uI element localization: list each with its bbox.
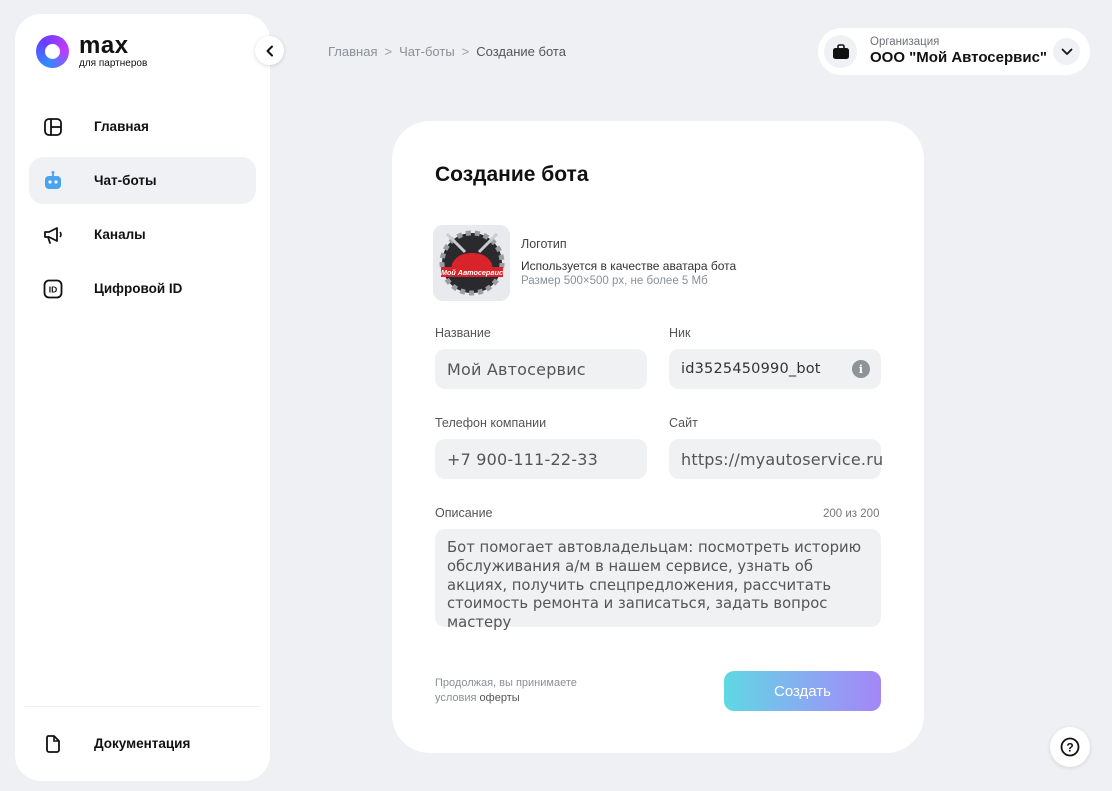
sidebar-divider xyxy=(25,706,260,707)
organization-label: Организация xyxy=(870,35,940,48)
breadcrumb-current: Создание бота xyxy=(476,44,566,59)
info-icon[interactable]: i xyxy=(852,360,870,378)
nick-label: Ник xyxy=(669,326,691,340)
description-textarea[interactable]: Бот помогает автовладельцам: посмотреть … xyxy=(435,529,881,631)
briefcase-icon xyxy=(824,35,857,68)
terms-notice: Продолжая, вы принимаете условия оферты xyxy=(435,676,615,706)
sidebar-item-channels[interactable]: Каналы xyxy=(29,211,256,258)
sidebar-item-label: Главная xyxy=(94,119,149,134)
brand-logo[interactable]: max для партнеров xyxy=(36,34,147,69)
brand-name: max xyxy=(79,32,129,59)
description-label: Описание xyxy=(435,506,493,520)
logo-image-text: Мой Автосервис xyxy=(440,268,502,277)
site-input[interactable]: https://myautoservice.ru xyxy=(669,439,883,479)
phone-input[interactable]: +7 900-111-22-33 xyxy=(435,439,647,479)
page-title: Создание бота xyxy=(435,163,589,186)
site-label: Сайт xyxy=(669,416,698,430)
car-service-logo-image: Мой Автосервис xyxy=(439,230,504,296)
sidebar-item-digital-id[interactable]: ID Цифровой ID xyxy=(29,265,256,312)
phone-label: Телефон компании xyxy=(435,416,547,430)
create-button[interactable]: Создать xyxy=(724,671,881,711)
max-logo-icon xyxy=(36,35,69,68)
breadcrumb-separator: > xyxy=(461,44,470,59)
breadcrumb-separator: > xyxy=(384,44,393,59)
logo-size-hint: Размер 500×500 px, не более 5 Мб xyxy=(521,275,708,287)
name-label: Название xyxy=(435,326,491,340)
breadcrumb-home[interactable]: Главная xyxy=(328,44,377,59)
nick-value: id3525450990_bot xyxy=(681,361,821,377)
bot-name-input[interactable]: Мой Автосервис xyxy=(435,349,647,389)
logo-description: Используется в качестве аватара бота xyxy=(521,259,737,273)
help-button[interactable]: ? xyxy=(1050,727,1090,767)
layout-icon xyxy=(42,116,64,138)
sidebar-item-home[interactable]: Главная xyxy=(29,103,256,150)
svg-text:ID: ID xyxy=(49,284,58,294)
organization-name: ООО "Мой Автосервис" xyxy=(870,49,1048,67)
breadcrumb: Главная > Чат-боты > Создание бота xyxy=(328,44,566,59)
chevron-left-icon xyxy=(266,45,273,56)
description-char-counter: 200 из 200 xyxy=(823,508,880,520)
sidebar-item-label: Цифровой ID xyxy=(94,281,183,296)
sidebar-item-label: Чат-боты xyxy=(94,173,157,188)
document-icon xyxy=(42,733,64,755)
chevron-down-icon[interactable] xyxy=(1053,38,1080,65)
bot-avatar-upload[interactable]: Мой Автосервис xyxy=(433,225,510,301)
sidebar-item-label: Каналы xyxy=(94,227,146,242)
megaphone-icon xyxy=(42,224,64,246)
bot-icon xyxy=(42,170,64,192)
help-icon: ? xyxy=(1060,737,1080,757)
sidebar-item-documentation[interactable]: Документация xyxy=(29,720,256,767)
create-bot-card: Создание бота Мой Автосервис Логотип Исп… xyxy=(392,121,924,753)
svg-text:?: ? xyxy=(1066,740,1073,754)
logo-label: Логотип xyxy=(521,237,567,251)
collapse-sidebar-button[interactable] xyxy=(255,36,284,65)
brand-subtitle: для партнеров xyxy=(79,58,148,69)
sidebar-item-chatbots[interactable]: Чат-боты xyxy=(29,157,256,204)
breadcrumb-chatbots[interactable]: Чат-боты xyxy=(399,44,455,59)
sidebar-item-label: Документация xyxy=(94,736,191,751)
organization-selector[interactable]: Организация ООО "Мой Автосервис" xyxy=(818,28,1090,75)
id-icon: ID xyxy=(42,278,64,300)
offer-link[interactable]: оферты xyxy=(480,692,520,704)
sidebar: max для партнеров Главная Чат-боты Канал… xyxy=(15,14,270,781)
bot-nick-input[interactable]: id3525450990_bot i xyxy=(669,349,881,389)
